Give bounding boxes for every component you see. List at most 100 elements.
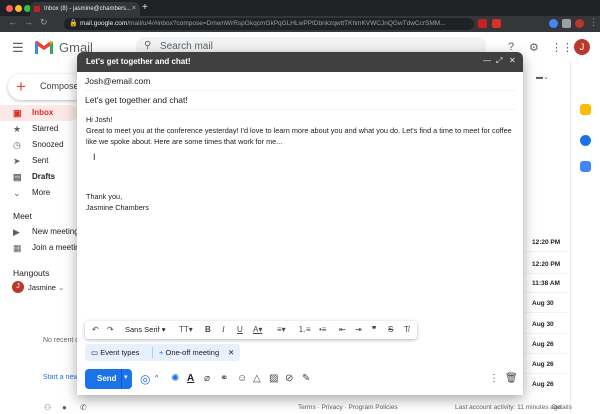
meeting-icon[interactable]: ✺ <box>171 373 179 385</box>
hangouts-empty-text: No recent c <box>43 337 79 344</box>
settings-gear-icon[interactable]: ⚙ <box>529 41 539 54</box>
formatting-options-icon[interactable]: A <box>187 373 194 385</box>
side-panel <box>570 62 600 414</box>
clock-icon: ◷ <box>13 140 21 150</box>
main-menu-icon[interactable]: ☰ <box>12 40 24 56</box>
extensions-puzzle-icon[interactable] <box>562 19 571 28</box>
forward-icon[interactable]: → <box>24 17 33 27</box>
discard-draft-icon[interactable]: 🗑 <box>505 373 518 385</box>
hangouts-avatar[interactable]: J <box>12 281 24 293</box>
browser-menu-icon[interactable]: ⋮ <box>589 17 598 28</box>
font-family-select[interactable]: Sans Serif ▾ <box>125 324 165 336</box>
scheduling-icon[interactable]: ◎ <box>140 373 150 385</box>
row-date: 12:20 PM <box>532 239 561 246</box>
close-window-icon[interactable] <box>6 5 13 12</box>
confidential-mode-icon[interactable]: ⊘ <box>285 373 293 385</box>
scheduling-chips: ▭ Event types + One-off meeting ✕ <box>85 344 240 361</box>
event-types-chip[interactable]: ▭ Event types <box>91 344 139 361</box>
sidebar-item-starred[interactable]: ★ Starred <box>0 121 78 137</box>
address-bar[interactable]: 🔒 mail.google.com/mail/u/4/#inbox?compos… <box>64 18 474 30</box>
minimize-window-icon[interactable] <box>15 5 22 12</box>
sidebar-item-drafts[interactable]: ▤ Drafts <box>0 169 78 185</box>
attach-file-icon[interactable]: ⌀ <box>204 373 210 385</box>
align-icon[interactable]: ≡▾ <box>277 324 286 336</box>
compose-button[interactable]: + Compose <box>8 74 86 100</box>
indent-less-icon[interactable]: ⇤ <box>339 324 346 336</box>
signature-icon[interactable]: ✎ <box>302 373 310 385</box>
compose-titlebar[interactable]: Let's get together and chat! — ⤢ ✕ <box>77 52 523 72</box>
profile-icon[interactable] <box>575 19 584 28</box>
last-activity: Last account activity: 11 minutes ago <box>455 404 562 411</box>
italic-icon[interactable]: I <box>222 324 225 336</box>
sidebar-item-more[interactable]: ⌄ More <box>0 185 78 201</box>
search-icon[interactable]: ⚲ <box>144 40 151 51</box>
bulleted-list-icon[interactable]: •≡ <box>319 324 326 336</box>
hangouts-user[interactable]: Jasmine ⌄ <box>28 283 64 292</box>
scheduling-caret-icon[interactable]: ^ <box>155 373 158 385</box>
sidebar-item-inbox[interactable]: ▣ Inbox <box>0 105 78 121</box>
hangouts-heading: Hangouts <box>13 268 50 278</box>
sidebar-item-sent[interactable]: ➤ Sent <box>0 153 78 169</box>
tab-close-icon[interactable]: × <box>132 2 136 16</box>
indent-more-icon[interactable]: ⇥ <box>355 324 362 336</box>
row-date: Aug 26 <box>532 341 554 348</box>
details-link[interactable]: Details <box>552 404 572 411</box>
row-divider <box>524 312 568 313</box>
back-icon[interactable]: ← <box>8 17 17 27</box>
underline-icon[interactable]: U <box>237 324 243 336</box>
close-chips-icon[interactable]: ✕ <box>228 344 234 361</box>
one-off-meeting-chip[interactable]: + One-off meeting <box>159 344 219 361</box>
sidebar-item-join-meeting[interactable]: ▦ Join a meeting <box>0 240 84 256</box>
insert-link-icon[interactable]: ⚭ <box>220 373 228 385</box>
redo-icon[interactable]: ↷ <box>107 324 114 336</box>
compose-plus-icon: + <box>16 77 26 96</box>
to-field[interactable]: Josh@email.com <box>85 72 515 91</box>
subject-field[interactable]: Let's get together and chat! <box>85 91 515 110</box>
keyboard-icon: ▦ <box>13 243 22 253</box>
subject-text: Let's get together and chat! <box>85 95 188 105</box>
send-button[interactable]: Send ▾ <box>85 369 132 389</box>
footer-links[interactable]: Terms · Privacy · Program Policies <box>298 404 398 411</box>
account-avatar[interactable]: J <box>574 39 590 55</box>
message-body[interactable]: Hi Josh! Great to meet you at the confer… <box>86 114 514 213</box>
gmail-logo-icon[interactable] <box>34 40 54 54</box>
extension-icon[interactable] <box>549 19 558 28</box>
sidebar-item-new-meeting[interactable]: ▶ New meeting <box>0 224 79 240</box>
browser-tab[interactable]: Inbox (8) - jasmine@chambers... × <box>30 2 140 16</box>
bold-icon[interactable]: B <box>205 324 211 336</box>
row-date: Aug 30 <box>532 300 554 307</box>
tasks-icon[interactable] <box>580 135 591 146</box>
undo-icon[interactable]: ↶ <box>92 324 99 336</box>
expand-icon[interactable]: ⤢ <box>496 56 502 66</box>
input-tools-icon[interactable]: ▬⌄ <box>536 73 549 81</box>
more-options-icon[interactable]: ⋮ <box>489 373 499 385</box>
body-signature: Jasmine Chambers <box>86 203 149 212</box>
start-new-link[interactable]: Start a new <box>43 374 78 381</box>
draft-icon: ▤ <box>13 172 22 182</box>
reload-icon[interactable]: ↻ <box>40 17 48 28</box>
sidebar-item-label: Starred <box>32 124 59 133</box>
contacts-icon[interactable] <box>580 161 591 172</box>
send-options-icon[interactable]: ▾ <box>124 373 128 381</box>
insert-photo-icon[interactable]: ▨ <box>269 373 278 385</box>
quote-icon[interactable]: ❞ <box>372 324 376 336</box>
minimize-icon[interactable]: — <box>483 56 491 65</box>
emoji-icon[interactable]: ☺ <box>237 373 247 385</box>
text-color-icon[interactable]: A▾ <box>253 324 262 336</box>
drive-icon[interactable]: △ <box>253 373 261 385</box>
new-tab-button[interactable]: + <box>142 2 148 13</box>
to-recipient: Josh@email.com <box>85 76 151 86</box>
numbered-list-icon[interactable]: ⒈≡ <box>298 324 311 336</box>
extension-icon[interactable] <box>478 19 487 28</box>
font-size-icon[interactable]: TT▾ <box>179 324 193 336</box>
send-icon: ➤ <box>13 156 21 166</box>
strikethrough-icon[interactable]: S <box>388 324 393 336</box>
extension-icon[interactable] <box>492 19 501 28</box>
compose-label: Compose <box>40 81 79 91</box>
sidebar-item-snoozed[interactable]: ◷ Snoozed <box>0 137 78 153</box>
apps-grid-icon[interactable]: ⋮⋮ <box>551 41 573 54</box>
keep-icon[interactable] <box>580 104 591 115</box>
close-icon[interactable]: ✕ <box>509 56 516 65</box>
remove-formatting-icon[interactable]: T̸ <box>404 324 409 336</box>
